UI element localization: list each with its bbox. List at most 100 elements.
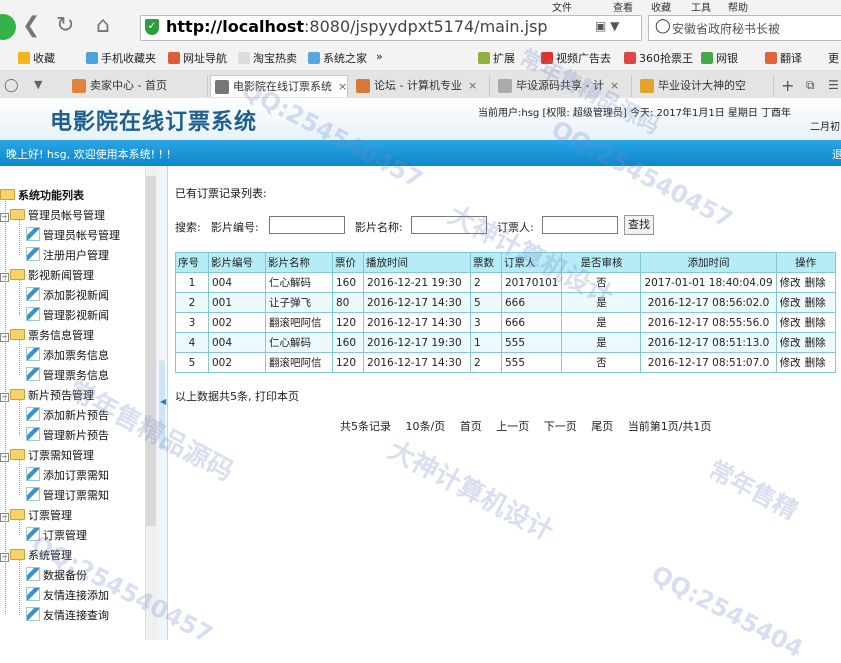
sidebar-item-add-trailer[interactable]: 添加新片预告 [26, 407, 109, 423]
restore-tab-icon[interactable]: ⧉ [806, 78, 815, 93]
sidebar-item-add-ticket[interactable]: 添加票务信息 [26, 347, 109, 363]
bookmark-more[interactable]: 更 [828, 50, 839, 66]
delete-link[interactable]: 删除 [805, 357, 826, 369]
table-cell: 3 [175, 312, 209, 333]
sidebar-item-admin-accounts[interactable]: 管理员帐号管理 [26, 227, 120, 243]
sidebar-group-system[interactable]: − 系统管理 [0, 547, 72, 563]
summary-text: 以上数据共5条, 打印本页 [175, 390, 299, 403]
sidebar-item-add-notice[interactable]: 添加订票需知 [26, 467, 109, 483]
first-page-link[interactable]: 首页 [460, 420, 482, 433]
home-icon[interactable]: ⌂ [96, 13, 110, 39]
folder-open-icon [0, 189, 15, 200]
tab-cinema-system[interactable]: 电影院在线订票系统 × [210, 75, 348, 97]
table-cell: 2016-12-17 14:30 [363, 352, 471, 373]
edit-link[interactable]: 修改 [780, 317, 801, 329]
bookmark-nav[interactable]: 网址导航 [168, 50, 227, 66]
edit-link[interactable]: 修改 [780, 357, 801, 369]
table-cell: 004 [208, 272, 266, 293]
booker-input[interactable] [542, 216, 618, 234]
edit-page-icon [26, 227, 40, 241]
search-engine-icon[interactable]: ◯ [655, 18, 671, 34]
film-name-input[interactable] [411, 216, 487, 234]
sidebar-item-manage-trailer[interactable]: 管理新片预告 [26, 427, 109, 443]
table-header-row: 序号 影片编号 影片名称 票价 播放时间 票数 订票人 是否审核 添加时间 操作 [175, 252, 836, 273]
new-tab-icon[interactable]: + [781, 76, 794, 95]
bookmark-favorites[interactable]: 收藏 [18, 50, 55, 66]
edit-page-icon [26, 487, 40, 501]
delete-link[interactable]: 删除 [805, 337, 826, 349]
bookmark-translate[interactable]: 翻译 [765, 50, 802, 66]
last-page-link[interactable]: 尾页 [591, 420, 613, 433]
refresh-icon[interactable]: ↻ [56, 13, 74, 39]
tab-close-icon: × [338, 80, 348, 93]
edit-page-icon [26, 307, 40, 321]
next-page-link[interactable]: 下一页 [544, 420, 577, 433]
pagination: 共5条记录 10条/页 首页 上一页 下一页 尾页 当前第1页/共1页 [340, 418, 722, 434]
film-id-input[interactable] [269, 216, 345, 234]
search-label: 搜索: [175, 221, 201, 234]
table-cell: 是 [561, 292, 642, 313]
back-icon[interactable]: ❮ [22, 13, 40, 39]
sidebar-group-tickets[interactable]: − 票务信息管理 [0, 327, 94, 343]
tab-graduation[interactable]: 毕业设计大神的空 [636, 75, 774, 97]
lunar-date: 二月初 [810, 122, 840, 133]
sidebar-item-manage-news[interactable]: 管理影视新闻 [26, 307, 109, 323]
sidebar-item-add-news[interactable]: 添加影视新闻 [26, 287, 109, 303]
sidebar-group-trailers[interactable]: − 新片预告管理 [0, 387, 94, 403]
bookmark-extensions[interactable]: 扩展 [478, 50, 515, 66]
col-header: 操作 [775, 252, 836, 273]
bookmark-ad-remove[interactable]: 视频广告去 [541, 50, 611, 66]
tab-history-icon[interactable]: ◯ [4, 78, 19, 93]
logout-link[interactable]: 退 [832, 146, 841, 162]
tab-source-share[interactable]: 毕设源码共享 - 计 × [494, 75, 632, 97]
delete-link[interactable]: 删除 [805, 317, 826, 329]
sidebar-item-registered-users[interactable]: 注册用户管理 [26, 247, 109, 263]
table-cell: 20170101 [500, 272, 563, 293]
collapse-icon: − [0, 513, 9, 522]
bookmarks-more[interactable]: » [376, 50, 383, 63]
table-cell: 1 [175, 272, 209, 293]
bookmark-xitong[interactable]: 系统之家 [308, 50, 367, 66]
sidebar-item-manage-notice[interactable]: 管理订票需知 [26, 487, 109, 503]
col-header: 票数 [470, 252, 502, 273]
sidebar-group-orders[interactable]: − 订票管理 [0, 507, 72, 523]
tab-seller-center[interactable]: 卖家中心 - 首页 [68, 75, 208, 97]
puzzle-icon [478, 52, 490, 64]
edit-page-icon [26, 567, 40, 581]
sidebar-item-orders[interactable]: 订票管理 [26, 527, 87, 543]
table-cell: 666 [500, 312, 563, 333]
edit-link[interactable]: 修改 [780, 277, 801, 289]
tab-favicon-icon [215, 80, 229, 94]
table-cell: 仁心解码 [265, 332, 333, 353]
sidebar-item-query-link[interactable]: 友情连接查询 [26, 607, 109, 623]
search-input[interactable]: 安徽省政府秘书长被 [672, 20, 780, 37]
edit-link[interactable]: 修改 [780, 297, 801, 309]
table-cell: 004 [208, 332, 266, 353]
table-cell: 2016-12-17 08:51:07.0 [640, 352, 777, 373]
sidebar-item-backup[interactable]: 数据备份 [26, 567, 87, 583]
delete-link[interactable]: 删除 [805, 297, 826, 309]
edit-link[interactable]: 修改 [780, 337, 801, 349]
bookmark-taobao[interactable]: 淘宝热卖 [238, 50, 297, 66]
bookmark-ticket[interactable]: 360抢票王 [624, 50, 693, 66]
sidebar-group-notice[interactable]: − 订票需知管理 [0, 447, 94, 463]
collapse-arrow-icon[interactable]: ◀ [160, 397, 166, 406]
delete-link[interactable]: 删除 [805, 277, 826, 289]
sidebar-root[interactable]: 系统功能列表 [0, 187, 84, 203]
address-text[interactable]: http://localhost:8080/jspyydpxt5174/main… [166, 17, 548, 36]
prev-page-link[interactable]: 上一页 [496, 420, 529, 433]
tab-list-icon[interactable]: ☰ [828, 78, 839, 92]
sidebar-scroll-thumb[interactable] [146, 176, 156, 526]
bookmark-mobile[interactable]: 手机收藏夹 [86, 50, 156, 66]
bookmark-bank[interactable]: 网银 [701, 50, 738, 66]
edit-page-icon [26, 587, 40, 601]
sidebar-group-admin[interactable]: − 管理员帐号管理 [0, 207, 105, 223]
sidebar-group-news[interactable]: − 影视新闻管理 [0, 267, 94, 283]
tab-menu-icon[interactable]: ▼ [34, 78, 42, 91]
search-button[interactable]: 查找 [624, 215, 654, 235]
sidebar-item-manage-ticket[interactable]: 管理票务信息 [26, 367, 109, 383]
tab-forum[interactable]: 论坛 - 计算机专业 × [352, 75, 490, 97]
address-tools-icon[interactable]: ▣ ▼ [595, 19, 619, 33]
secure-shield-icon: ✓ [145, 19, 159, 35]
sidebar-item-add-link[interactable]: 友情连接添加 [26, 587, 109, 603]
